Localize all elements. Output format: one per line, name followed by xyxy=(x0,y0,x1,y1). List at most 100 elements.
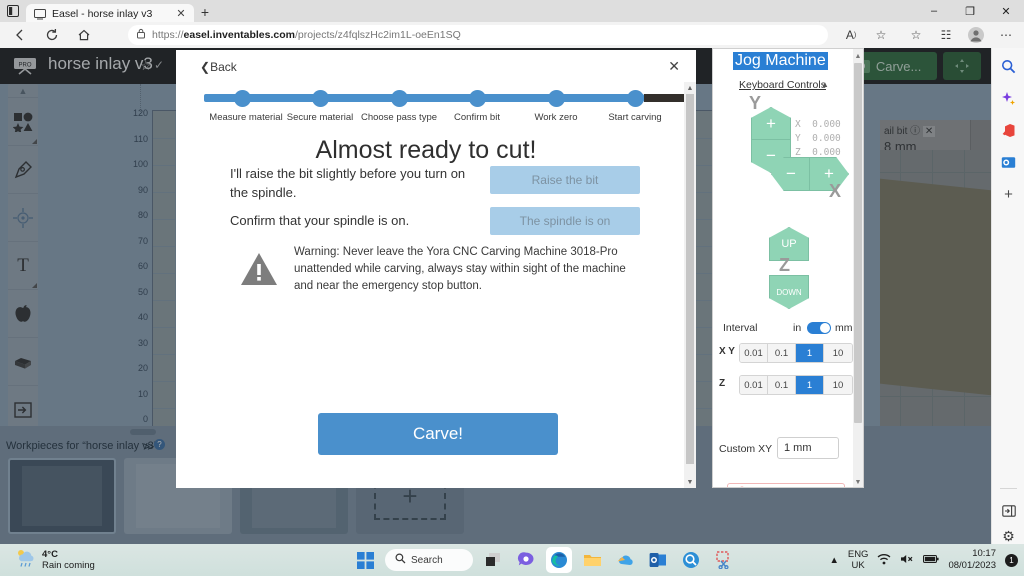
scrollbar-thumb[interactable] xyxy=(854,63,862,423)
custom-xy-input[interactable]: 1 mm xyxy=(777,437,839,459)
tab-strip: Easel - horse inlay v3 ✕ + xyxy=(0,0,216,24)
warning-triangle-icon xyxy=(240,250,278,288)
chevron-up-icon[interactable]: ▲ xyxy=(821,80,829,89)
new-tab-button[interactable]: + xyxy=(194,2,216,22)
favorites-add-icon[interactable]: ☆ xyxy=(870,25,892,45)
z-step-01[interactable]: 0.1 xyxy=(768,376,796,394)
close-icon[interactable]: ✕ xyxy=(174,8,188,20)
axis-z-label: Z xyxy=(779,255,790,275)
raise-bit-text: I'll raise the bit slightly before you t… xyxy=(230,166,466,200)
read-aloud-icon[interactable]: A) xyxy=(840,25,862,45)
back-label: Back xyxy=(210,60,237,74)
weather-widget[interactable]: 4°C Rain coming xyxy=(14,548,95,571)
keyboard-controls-link[interactable]: Keyboard Controls xyxy=(739,79,826,91)
jog-unit-switch[interactable] xyxy=(807,322,831,334)
maximize-button[interactable]: ❐ xyxy=(952,0,988,22)
wifi-icon[interactable] xyxy=(877,553,891,568)
sidebar-outlook-icon[interactable] xyxy=(998,152,1019,173)
xy-step-1[interactable]: 1 xyxy=(796,344,824,362)
unit-in-label: in xyxy=(793,322,802,334)
battery-icon[interactable] xyxy=(923,554,940,567)
magnifier-app-icon[interactable] xyxy=(678,547,704,573)
sidebar-copilot-icon[interactable] xyxy=(998,88,1019,109)
xy-step-group: 0.01 0.1 1 10 xyxy=(739,343,853,363)
scroll-down-arrow-icon[interactable]: ▼ xyxy=(684,476,696,488)
close-icon[interactable]: ✕ xyxy=(668,58,680,75)
sidebar-search-icon[interactable] xyxy=(998,56,1019,77)
chevron-up-icon[interactable]: ▲ xyxy=(829,555,838,566)
onedrive-icon[interactable] xyxy=(612,547,638,573)
browser-titlebar: Easel - horse inlay v3 ✕ + – ❐ ✕ xyxy=(0,0,1024,24)
address-bar-url: https://easel.inventables.com/projects/z… xyxy=(152,29,461,41)
z-row-label: Z xyxy=(719,378,726,389)
z-step-10[interactable]: 10 xyxy=(824,376,852,394)
coordinate-x: X 0.000 xyxy=(795,119,841,130)
language-indicator[interactable]: ENG UK xyxy=(848,549,869,571)
scroll-up-arrow-icon[interactable]: ▲ xyxy=(684,82,696,94)
xy-step-001[interactable]: 0.01 xyxy=(740,344,768,362)
unit-mm-label: mm xyxy=(835,322,853,334)
clock-date: 08/01/2023 xyxy=(948,560,996,571)
settings-more-icon[interactable]: ⋯ xyxy=(995,25,1017,45)
z-step-001[interactable]: 0.01 xyxy=(740,376,768,394)
carve-button[interactable]: Carve! xyxy=(318,413,558,455)
jog-machine-panel: Jog Machine Keyboard Controls ▲ Y + − − … xyxy=(712,48,864,488)
search-placeholder: Search xyxy=(411,554,443,566)
refresh-icon[interactable] xyxy=(42,25,62,45)
raise-the-bit-button[interactable]: Raise the bit xyxy=(490,166,640,194)
favorites-icon[interactable]: ☆ xyxy=(905,25,927,45)
step-label-start-carving: Start carving xyxy=(608,112,662,123)
scrollbar-thumb[interactable] xyxy=(686,94,694,464)
file-explorer-icon[interactable] xyxy=(579,547,605,573)
browser-window-icon xyxy=(34,8,46,20)
back-button[interactable]: ❮Back xyxy=(200,60,237,74)
interval-label: Interval xyxy=(723,322,758,334)
clock[interactable]: 10:17 08/01/2023 xyxy=(948,548,996,572)
edge-icon[interactable] xyxy=(546,547,572,573)
step-dot-secure-material[interactable] xyxy=(312,90,329,107)
browser-tab[interactable]: Easel - horse inlay v3 ✕ xyxy=(26,4,194,24)
step-dot-choose-pass-type[interactable] xyxy=(391,90,408,107)
xy-step-10[interactable]: 10 xyxy=(824,344,852,362)
modal-scrollbar[interactable]: ▲ ▼ xyxy=(684,82,696,488)
back-arrow-icon[interactable] xyxy=(10,25,30,45)
search-input[interactable]: Search xyxy=(385,549,473,571)
scroll-up-arrow-icon[interactable]: ▲ xyxy=(853,49,863,63)
sidebar-add-icon[interactable]: + xyxy=(998,184,1019,205)
profile-icon[interactable] xyxy=(965,25,987,45)
xy-step-01[interactable]: 0.1 xyxy=(768,344,796,362)
sidebar-office-icon[interactable] xyxy=(998,120,1019,141)
scroll-down-arrow-icon[interactable]: ▼ xyxy=(853,475,863,487)
z-step-1[interactable]: 1 xyxy=(796,376,824,394)
close-window-button[interactable]: ✕ xyxy=(988,0,1024,22)
step-dot-start-carving[interactable] xyxy=(627,90,644,107)
outlook-icon[interactable] xyxy=(645,547,671,573)
address-bar[interactable]: https://easel.inventables.com/projects/z… xyxy=(128,25,828,45)
home-icon[interactable] xyxy=(74,25,94,45)
snipping-tool-icon[interactable] xyxy=(711,547,737,573)
minimize-button[interactable]: – xyxy=(916,0,952,22)
search-icon xyxy=(395,553,406,567)
jog-z-down-button[interactable]: DOWN xyxy=(769,275,809,309)
divider xyxy=(1000,488,1017,489)
chevron-left-icon: ❮ xyxy=(200,60,211,74)
jog-panel-scrollbar[interactable]: ▲ ▼ xyxy=(853,49,863,487)
collections-icon[interactable]: ☷ xyxy=(935,25,957,45)
spindle-is-on-button[interactable]: The spindle is on xyxy=(490,207,640,235)
step-dot-measure-material[interactable] xyxy=(234,90,251,107)
edge-sidebar: + ⚙ xyxy=(991,48,1024,544)
step-dot-confirm-bit[interactable] xyxy=(469,90,486,107)
step-dot-work-zero[interactable] xyxy=(548,90,565,107)
sidebar-expand-icon[interactable] xyxy=(998,500,1019,521)
lock-motors-button[interactable]: Lock Motors xyxy=(727,483,845,487)
volume-muted-icon[interactable] xyxy=(900,553,914,568)
step-label-choose-pass-type: Choose pass type xyxy=(360,112,438,123)
coordinate-y: Y 0.000 xyxy=(795,133,841,144)
window-controls: – ❐ ✕ xyxy=(916,0,1024,22)
axis-y-label: Y xyxy=(749,93,762,113)
taskview-icon[interactable] xyxy=(480,547,506,573)
notification-badge[interactable]: 1 xyxy=(1005,553,1018,567)
chat-icon[interactable] xyxy=(513,547,539,573)
tab-list-icon[interactable] xyxy=(0,0,26,22)
windows-start-icon[interactable] xyxy=(352,547,378,573)
